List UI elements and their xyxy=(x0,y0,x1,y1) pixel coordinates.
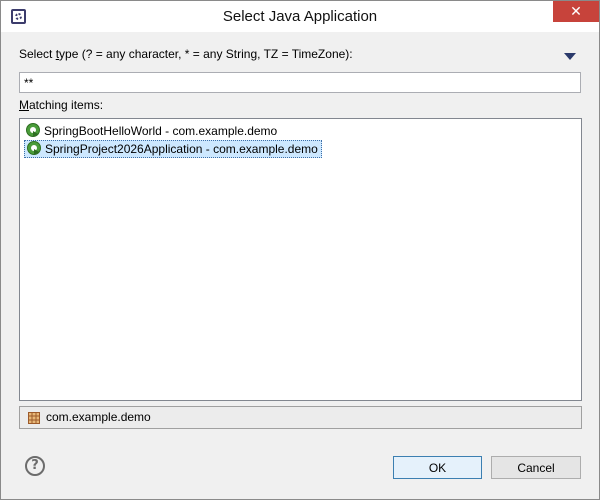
select-java-application-dialog: Select Java Application ✕ Select type (?… xyxy=(0,0,600,500)
package-icon xyxy=(28,412,40,424)
list-item-label: SpringBootHelloWorld - com.example.demo xyxy=(44,124,278,138)
spring-boot-app-icon xyxy=(26,123,40,137)
matching-items-label: Matching items: xyxy=(19,98,103,112)
help-icon[interactable]: ? xyxy=(25,456,45,476)
ok-button[interactable]: OK xyxy=(393,456,482,479)
selected-package-details: com.example.demo xyxy=(19,406,582,429)
matching-label-rest: atching items: xyxy=(29,98,104,112)
close-button[interactable]: ✕ xyxy=(553,1,599,22)
cancel-button[interactable]: Cancel xyxy=(491,456,581,479)
filter-input[interactable] xyxy=(19,72,581,93)
view-menu-dropdown-icon[interactable] xyxy=(564,53,576,60)
list-item-selected[interactable]: SpringProject2026Application - com.examp… xyxy=(24,140,322,158)
package-name: com.example.demo xyxy=(46,410,151,424)
title-bar[interactable]: Select Java Application ✕ xyxy=(1,1,599,32)
list-item[interactable]: SpringBootHelloWorld - com.example.demo xyxy=(24,122,280,140)
filter-label-suffix: ype (? = any character, * = any String, … xyxy=(59,47,353,61)
spring-boot-app-icon xyxy=(27,141,41,155)
matching-items-list[interactable]: SpringBootHelloWorld - com.example.demo … xyxy=(19,118,582,401)
close-icon: ✕ xyxy=(570,3,582,19)
filter-label-prefix: Select xyxy=(19,47,56,61)
window-title: Select Java Application xyxy=(222,8,378,25)
filter-label: Select type (? = any character, * = any … xyxy=(19,47,353,61)
matching-label-mnemonic: M xyxy=(19,98,29,112)
list-item-label: SpringProject2026Application - com.examp… xyxy=(45,142,318,156)
